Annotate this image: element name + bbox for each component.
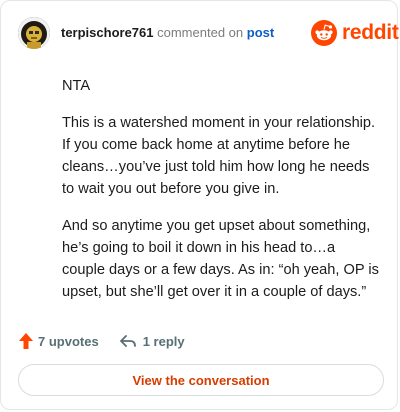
reddit-wordmark: reddit bbox=[342, 21, 399, 44]
comment-embed-card: terpischore761 commented on post reddit … bbox=[0, 0, 399, 410]
commented-on-label: commented on bbox=[157, 25, 244, 40]
reply-arrow-icon bbox=[119, 335, 136, 347]
view-conversation-button[interactable]: View the conversation bbox=[18, 364, 384, 396]
username-link[interactable]: terpischore761 bbox=[61, 25, 154, 40]
post-link[interactable]: post bbox=[247, 25, 274, 40]
robot-lion-avatar-icon bbox=[18, 17, 50, 49]
upvote-arrow-icon bbox=[19, 333, 33, 349]
upvote-button[interactable]: 7 upvotes bbox=[18, 332, 99, 350]
comment-body: NTA This is a watershed moment in your r… bbox=[62, 75, 382, 318]
upvote-count: 7 upvotes bbox=[38, 333, 99, 349]
reddit-snoo-icon bbox=[311, 20, 337, 46]
reply-button[interactable]: 1 reply bbox=[119, 334, 185, 349]
comment-paragraph: NTA bbox=[62, 78, 91, 94]
comment-paragraph: And so anytime you get upset about somet… bbox=[62, 218, 379, 300]
comment-meta: terpischore761 commented on post bbox=[61, 25, 274, 41]
comment-paragraph: This is a watershed moment in your relat… bbox=[62, 115, 376, 197]
reply-count: 1 reply bbox=[142, 333, 185, 349]
reddit-logo[interactable]: reddit bbox=[311, 19, 399, 47]
comment-footer: 7 upvotes 1 reply bbox=[18, 331, 185, 351]
user-avatar[interactable] bbox=[18, 17, 50, 49]
